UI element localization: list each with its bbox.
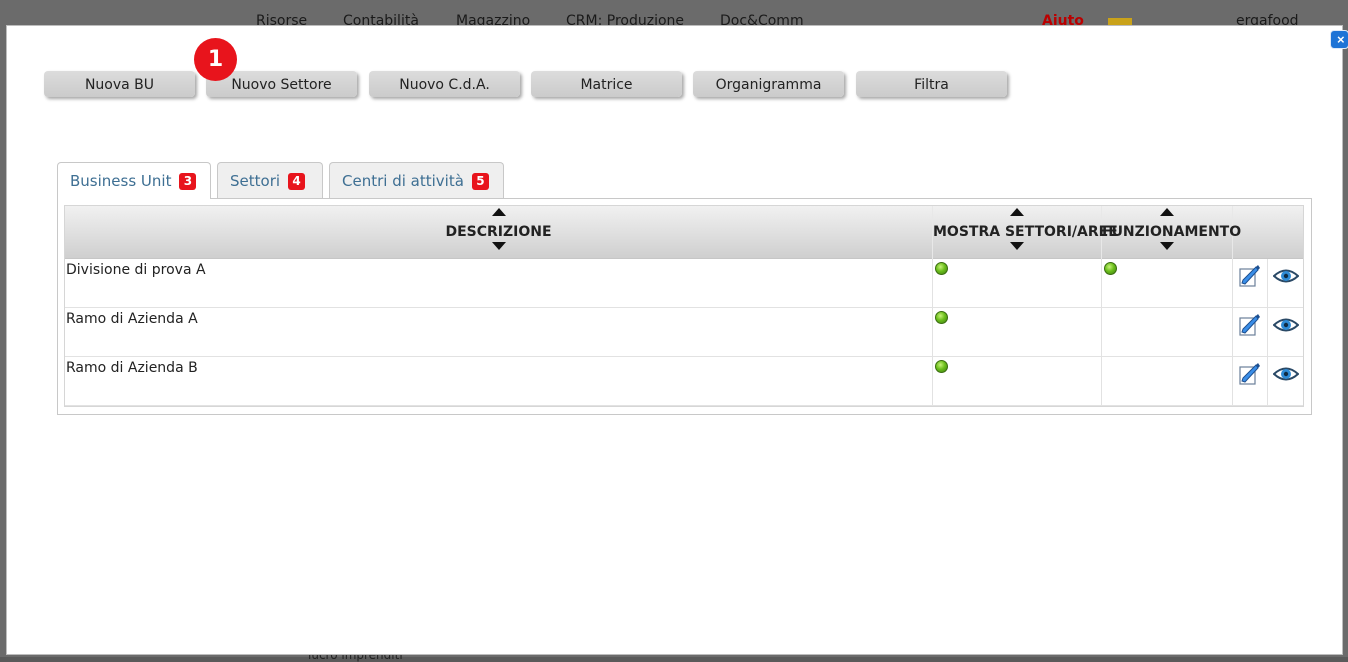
tab-label: Settori (230, 172, 281, 190)
status-dot-icon (935, 262, 948, 275)
tab-centri-attivita[interactable]: Centri di attività 5 (329, 162, 504, 198)
sort-asc-icon[interactable] (491, 208, 506, 216)
sort-desc-icon[interactable] (1010, 242, 1024, 250)
table-row[interactable]: Ramo di Azienda A (65, 308, 1303, 357)
column-header-mostra-settori[interactable]: MOSTRA SETTORI/AREE (933, 206, 1118, 259)
business-unit-dialog: 1 Nuova BU Nuovo Settore Nuovo C.d.A. Ma… (6, 25, 1348, 655)
cell-mostra-settori (933, 308, 1102, 357)
status-dot-icon (935, 311, 948, 324)
sort-asc-icon[interactable] (1160, 208, 1174, 216)
column-header-label: MOSTRA SETTORI/AREE (933, 224, 1118, 240)
matrix-button[interactable]: Matrice (531, 71, 682, 97)
cell-descrizione: Ramo di Azienda A (65, 308, 933, 357)
cell-funzionamento (1102, 357, 1233, 406)
cell-edit (1233, 308, 1268, 357)
cell-edit (1233, 357, 1268, 406)
step-badge: 1 (194, 38, 237, 81)
column-header-actions (1233, 206, 1303, 259)
business-unit-table: DESCRIZIONE MOSTRA SETTORI/AREE FUNZIONA… (64, 205, 1304, 407)
descrizione-text: Ramo di Azienda A (66, 311, 198, 327)
tab-label: Centri di attività (342, 172, 464, 190)
new-cda-button[interactable]: Nuovo C.d.A. (369, 71, 520, 97)
status-dot-icon (935, 360, 948, 373)
tab-business-unit[interactable]: Business Unit 3 (57, 162, 211, 199)
tab-count-badge: 3 (179, 173, 197, 190)
tab-count-badge: 5 (471, 173, 489, 190)
cell-descrizione: Ramo di Azienda B (65, 357, 933, 406)
column-header-label: DESCRIZIONE (445, 224, 552, 240)
cell-mostra-settori (933, 259, 1102, 308)
new-bu-button[interactable]: Nuova BU (44, 71, 195, 97)
sort-desc-icon[interactable] (1160, 242, 1174, 250)
tab-count-badge: 4 (288, 173, 306, 190)
sort-asc-icon[interactable] (1010, 208, 1024, 216)
filter-button[interactable]: Filtra (856, 71, 1007, 97)
sort-desc-icon[interactable] (491, 242, 506, 250)
column-header-funzionamento[interactable]: FUNZIONAMENTO (1102, 206, 1242, 259)
descrizione-text: Divisione di prova A (66, 262, 206, 278)
status-dot-icon (1104, 262, 1117, 275)
cell-funzionamento (1102, 308, 1233, 357)
cell-descrizione: Divisione di prova A (65, 259, 933, 308)
column-header-label: FUNZIONAMENTO (1102, 224, 1242, 240)
tab-settori[interactable]: Settori 4 (217, 162, 323, 198)
cell-edit (1233, 259, 1268, 308)
column-header-descrizione[interactable]: DESCRIZIONE (65, 206, 933, 259)
cell-funzionamento (1102, 259, 1233, 308)
table-header: DESCRIZIONE MOSTRA SETTORI/AREE FUNZIONA… (65, 206, 1303, 259)
descrizione-text: Ramo di Azienda B (66, 360, 198, 376)
close-icon[interactable]: × (1330, 30, 1348, 49)
org-chart-button[interactable]: Organigramma (693, 71, 844, 97)
table-row[interactable]: Divisione di prova A (65, 259, 1303, 308)
table-row[interactable]: Ramo di Azienda B (65, 357, 1303, 406)
cell-view (1268, 259, 1303, 308)
cell-view (1268, 357, 1303, 406)
cell-view (1268, 308, 1303, 357)
tab-label: Business Unit (70, 172, 172, 190)
cell-mostra-settori (933, 357, 1102, 406)
